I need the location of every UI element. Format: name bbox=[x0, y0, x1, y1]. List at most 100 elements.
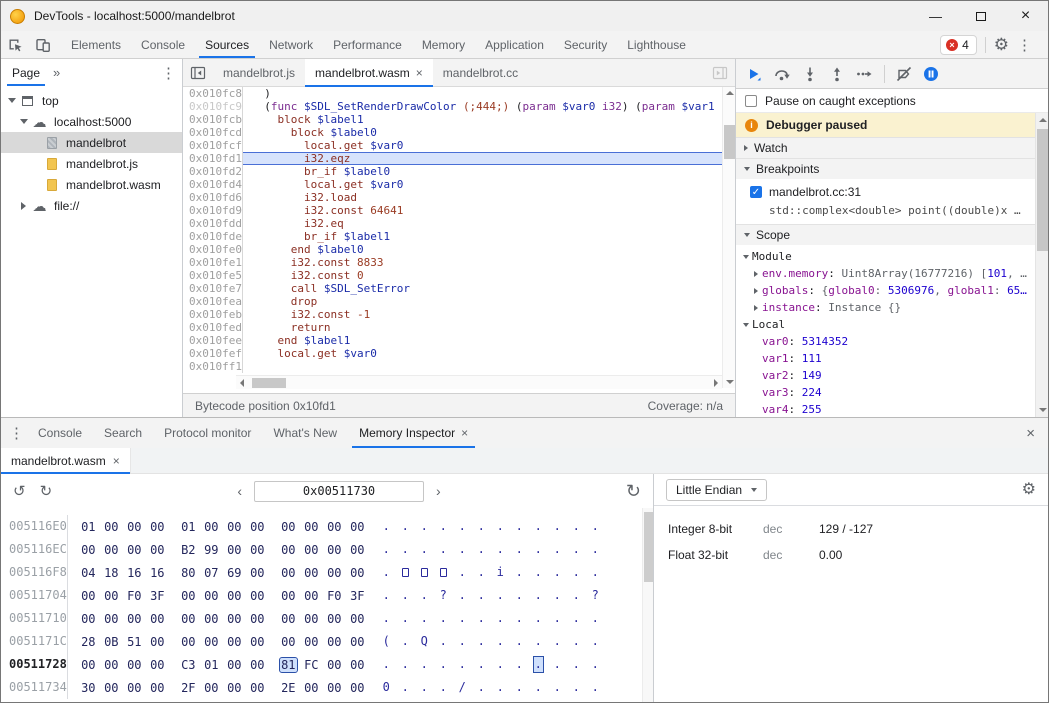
hex-byte[interactable]: 00 bbox=[180, 635, 197, 649]
code-line-0x010fe0[interactable]: 0x010fe0 end $label0 bbox=[183, 243, 735, 256]
hex-byte[interactable]: 00 bbox=[303, 566, 320, 580]
ascii-char[interactable]: . bbox=[382, 657, 391, 672]
hex-byte[interactable]: 00 bbox=[103, 658, 120, 672]
scope-item-4[interactable]: Local bbox=[736, 316, 1048, 333]
previous-page-button[interactable]: ‹ bbox=[237, 483, 242, 499]
code-line-0x010fd6[interactable]: 0x010fd6 i32.load bbox=[183, 191, 735, 204]
resume-button[interactable] bbox=[746, 66, 762, 82]
hex-byte[interactable]: 00 bbox=[103, 520, 120, 534]
code-line-0x010fcb[interactable]: 0x010fcb block $label1 bbox=[183, 113, 735, 126]
ascii-char[interactable]: . bbox=[534, 657, 543, 672]
hex-byte[interactable]: 00 bbox=[280, 520, 297, 534]
hex-byte[interactable]: F0 bbox=[126, 589, 143, 603]
ascii-char[interactable]: . bbox=[477, 634, 486, 649]
ascii-char[interactable]: . bbox=[534, 565, 543, 580]
ascii-char[interactable]: . bbox=[515, 634, 524, 649]
value-format-select[interactable]: dec bbox=[763, 522, 811, 536]
code-line-0x010feb[interactable]: 0x010feb i32.const -1 bbox=[183, 308, 735, 321]
ascii-char[interactable]: . bbox=[401, 519, 410, 534]
drawer-tab-memory-inspector[interactable]: Memory Inspector× bbox=[348, 418, 479, 448]
chevron-right-icon[interactable] bbox=[750, 288, 762, 294]
ascii-char[interactable]: . bbox=[420, 680, 429, 695]
ascii-char[interactable] bbox=[420, 565, 429, 580]
code-line-0x010fcf[interactable]: 0x010fcf local.get $var0 bbox=[183, 139, 735, 152]
ascii-char[interactable]: . bbox=[553, 542, 562, 557]
ascii-char[interactable]: . bbox=[572, 542, 581, 557]
section-breakpoints[interactable]: Breakpoints bbox=[736, 158, 1048, 179]
ascii-char[interactable]: . bbox=[420, 657, 429, 672]
code-line-0x010fdd[interactable]: 0x010fdd i32.eq bbox=[183, 217, 735, 230]
hex-byte[interactable]: 00 bbox=[326, 520, 343, 534]
code-line-0x010fcd[interactable]: 0x010fcd block $label0 bbox=[183, 126, 735, 139]
ascii-char[interactable]: 0 bbox=[382, 680, 391, 695]
hex-byte[interactable]: 07 bbox=[203, 566, 220, 580]
hex-byte[interactable]: 00 bbox=[303, 520, 320, 534]
ascii-char[interactable]: . bbox=[515, 611, 524, 626]
hex-byte[interactable]: 00 bbox=[149, 612, 166, 626]
scroll-up-arrow[interactable] bbox=[1039, 118, 1047, 122]
ascii-char[interactable]: . bbox=[591, 611, 600, 626]
ascii-char[interactable]: . bbox=[420, 611, 429, 626]
error-badge[interactable]: × 4 bbox=[940, 35, 977, 55]
ascii-char[interactable]: / bbox=[458, 680, 467, 695]
hex-byte[interactable]: 00 bbox=[249, 635, 266, 649]
chevron-down-icon[interactable] bbox=[17, 119, 30, 124]
code-line-0x010fd1[interactable]: 0x010fd1 i32.eqz bbox=[183, 152, 735, 165]
hex-byte[interactable]: 00 bbox=[126, 520, 143, 534]
hex-byte[interactable]: 00 bbox=[226, 681, 243, 695]
scope-item-0[interactable]: Module bbox=[736, 248, 1048, 265]
ascii-char[interactable]: . bbox=[572, 565, 581, 580]
ascii-char[interactable]: . bbox=[458, 588, 467, 603]
editor-tab-mandelbrot-cc[interactable]: mandelbrot.cc bbox=[433, 59, 528, 86]
code-line-0x010fd9[interactable]: 0x010fd9 i32.const 64641 bbox=[183, 204, 735, 217]
ascii-char[interactable]: . bbox=[534, 588, 543, 603]
hex-byte[interactable]: 00 bbox=[349, 520, 366, 534]
hex-byte[interactable]: 00 bbox=[326, 635, 343, 649]
ascii-char[interactable]: . bbox=[401, 611, 410, 626]
hex-byte[interactable]: 00 bbox=[303, 612, 320, 626]
ascii-char[interactable]: . bbox=[420, 542, 429, 557]
ascii-char[interactable] bbox=[439, 565, 448, 580]
ascii-char[interactable]: . bbox=[496, 588, 505, 603]
memory-tab-mandelbrot-wasm[interactable]: mandelbrot.wasm × bbox=[1, 448, 131, 473]
hex-byte[interactable]: 00 bbox=[226, 520, 243, 534]
hex-scroll-thumb[interactable] bbox=[644, 512, 653, 582]
ascii-char[interactable]: i bbox=[496, 565, 505, 580]
hex-byte[interactable]: 00 bbox=[80, 612, 97, 626]
ascii-char[interactable]: . bbox=[572, 680, 581, 695]
code-line-0x010fee[interactable]: 0x010fee end $label1 bbox=[183, 334, 735, 347]
hex-byte[interactable]: 2E bbox=[280, 681, 297, 695]
ascii-char[interactable]: . bbox=[477, 565, 486, 580]
editor-tab-mandelbrot-wasm[interactable]: mandelbrot.wasm× bbox=[305, 59, 433, 86]
ascii-char[interactable]: . bbox=[477, 588, 486, 603]
address-input[interactable] bbox=[254, 481, 424, 502]
breakpoint-item[interactable]: ✓ mandelbrot.cc:31 std::complex<double> … bbox=[736, 179, 1048, 224]
hex-byte[interactable]: 00 bbox=[349, 543, 366, 557]
chevron-right-icon[interactable] bbox=[17, 202, 30, 210]
pause-on-caught-checkbox[interactable] bbox=[745, 95, 757, 107]
hex-byte[interactable]: C3 bbox=[180, 658, 197, 672]
ascii-char[interactable]: . bbox=[382, 611, 391, 626]
hex-byte[interactable]: 18 bbox=[103, 566, 120, 580]
scope-item-3[interactable]: instance: Instance {} bbox=[736, 299, 1048, 316]
hex-byte[interactable]: 16 bbox=[126, 566, 143, 580]
hex-byte[interactable]: 00 bbox=[126, 612, 143, 626]
sidebar-scroll-thumb[interactable] bbox=[1037, 129, 1048, 251]
scroll-right-arrow[interactable] bbox=[714, 379, 718, 387]
hex-byte[interactable]: 00 bbox=[180, 589, 197, 603]
code-line-0x010fde[interactable]: 0x010fde br_if $label1 bbox=[183, 230, 735, 243]
scroll-left-arrow[interactable] bbox=[240, 379, 244, 387]
hex-byte[interactable]: 3F bbox=[349, 589, 366, 603]
ascii-char[interactable]: . bbox=[591, 634, 600, 649]
ascii-char[interactable]: . bbox=[439, 519, 448, 534]
ascii-char[interactable]: . bbox=[477, 519, 486, 534]
history-forward-button[interactable]: ↻ bbox=[40, 482, 53, 500]
refresh-button[interactable]: ↻ bbox=[626, 482, 641, 500]
more-tabs-button[interactable]: » bbox=[51, 65, 62, 80]
main-menu-button[interactable]: ⋮ bbox=[1009, 36, 1040, 54]
tab-console[interactable]: Console bbox=[131, 31, 195, 58]
code-line-0x010fed[interactable]: 0x010fed return bbox=[183, 321, 735, 334]
hex-byte[interactable]: 00 bbox=[249, 681, 266, 695]
sidebar-scrollbar[interactable] bbox=[1035, 113, 1048, 417]
hex-byte[interactable]: 00 bbox=[249, 658, 266, 672]
